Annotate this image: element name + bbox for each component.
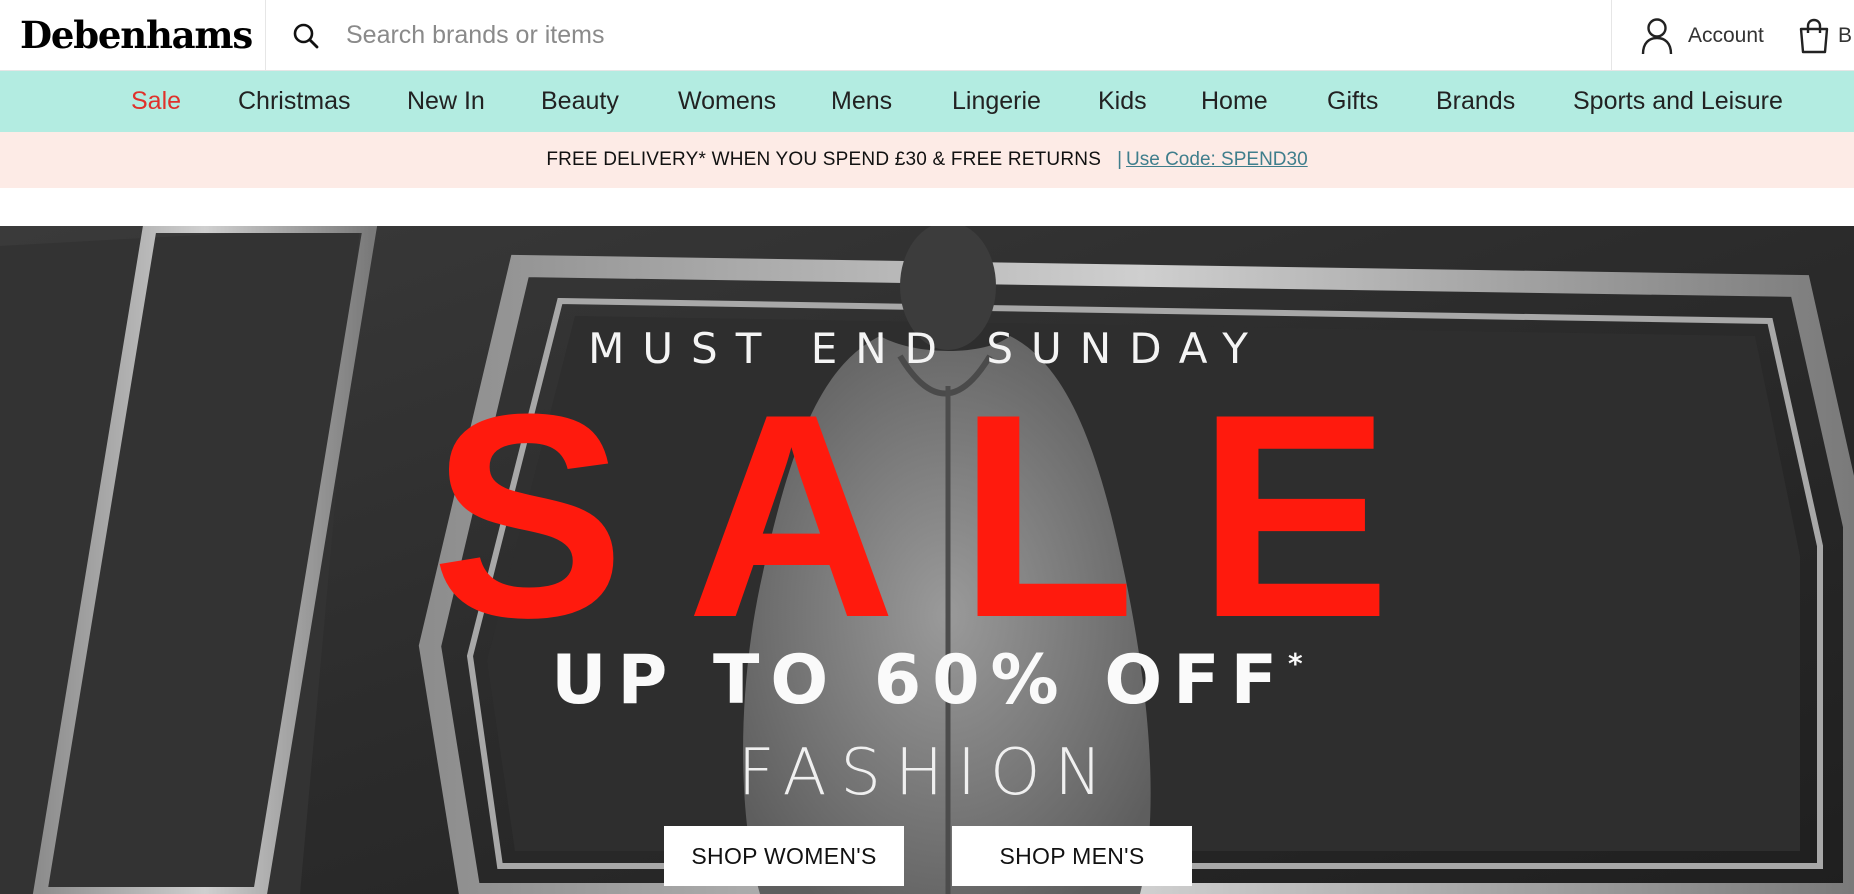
bag-icon xyxy=(1799,18,1829,53)
bag-link[interactable]: B xyxy=(1798,0,1852,71)
nav-item-christmas[interactable]: Christmas xyxy=(238,71,351,132)
bag-label: B xyxy=(1838,23,1853,47)
nav-item-brands[interactable]: Brands xyxy=(1436,71,1515,132)
hero-discount-mark: * xyxy=(1288,647,1303,680)
hero-discount: UP TO 60% OFF* xyxy=(0,641,1854,720)
promo-code-link[interactable]: Use Code: SPEND30 xyxy=(1126,149,1308,171)
nav-item-new-in[interactable]: New In xyxy=(407,71,485,132)
site-header: Debenhams Account B xyxy=(0,0,1854,71)
nav-item-gifts[interactable]: Gifts xyxy=(1327,71,1378,132)
shop-mens-button[interactable]: SHOP MEN'S xyxy=(952,826,1192,886)
shop-womens-button[interactable]: SHOP WOMEN'S xyxy=(664,826,904,886)
brand-logo[interactable]: Debenhams xyxy=(0,0,266,71)
nav-item-sale[interactable]: Sale xyxy=(131,71,181,132)
promo-separator: | xyxy=(1117,149,1123,170)
nav-item-beauty[interactable]: Beauty xyxy=(541,71,619,132)
search-bar xyxy=(266,0,1612,71)
nav-item-lingerie[interactable]: Lingerie xyxy=(952,71,1041,132)
hero-headline: SALE xyxy=(431,354,1453,678)
nav-item-home[interactable]: Home xyxy=(1201,71,1268,132)
hero-discount-text: UP TO 60% OFF xyxy=(551,641,1289,720)
search-icon xyxy=(293,23,319,48)
nav-item-sports-and-leisure[interactable]: Sports and Leisure xyxy=(1573,71,1783,132)
nav-item-kids[interactable]: Kids xyxy=(1098,71,1147,132)
search-input[interactable] xyxy=(346,10,1546,61)
account-link[interactable]: Account xyxy=(1640,0,1764,71)
nav-item-mens[interactable]: Mens xyxy=(831,71,892,132)
hero-banner[interactable]: MUST END SUNDAY SALE UP TO 60% OFF* FASH… xyxy=(0,226,1854,894)
search-button[interactable] xyxy=(266,0,346,71)
user-icon xyxy=(1641,17,1673,54)
nav-item-womens[interactable]: Womens xyxy=(678,71,776,132)
account-label: Account xyxy=(1688,23,1764,47)
promo-banner: FREE DELIVERY* WHEN YOU SPEND £30 & FREE… xyxy=(0,132,1854,188)
hero-category: FASHION xyxy=(737,736,1117,810)
main-nav: Sale Christmas New In Beauty Womens Mens… xyxy=(0,71,1854,132)
promo-text: FREE DELIVERY* WHEN YOU SPEND £30 & FREE… xyxy=(546,149,1102,170)
